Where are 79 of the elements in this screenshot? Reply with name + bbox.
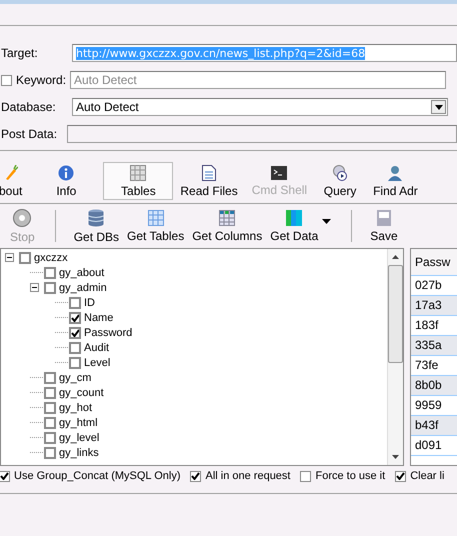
toolbar-tab[interactable]: bout	[0, 162, 30, 200]
terminal-icon	[271, 166, 288, 180]
tree-item-label[interactable]: gy_links	[59, 446, 99, 458]
table-cell: d091	[411, 436, 457, 456]
data-icon	[286, 210, 302, 226]
tree-item-label[interactable]: gy_level	[59, 432, 100, 444]
tree-item-label[interactable]: gy_count	[59, 386, 104, 398]
tree-item-label[interactable]: Audit	[84, 342, 110, 354]
tree-checkbox[interactable]	[69, 356, 81, 368]
tree-checkbox[interactable]	[44, 432, 56, 444]
table-cell: 8b0b	[411, 376, 457, 396]
option-checkbox[interactable]	[395, 470, 406, 482]
tree-item-label[interactable]: gy_admin	[59, 282, 107, 294]
option-checkbox[interactable]	[300, 470, 312, 482]
table-cell: 17a3	[411, 296, 457, 316]
carrot-icon	[4, 164, 18, 180]
tree-checkbox[interactable]	[44, 386, 56, 398]
option-label: Clear li	[410, 470, 444, 482]
table-cell: b43f	[411, 416, 457, 436]
tree-checkbox[interactable]	[69, 326, 81, 338]
grid-icon	[148, 210, 164, 226]
stop-icon	[13, 208, 32, 226]
tree-checkbox[interactable]	[69, 342, 81, 354]
tree-item-label[interactable]: gxczzx	[34, 252, 68, 264]
save-icon	[376, 210, 391, 226]
post-data-label: Post Data:	[1, 127, 58, 141]
table-icon	[130, 164, 146, 180]
columns-icon	[219, 210, 236, 226]
user-icon	[387, 164, 404, 180]
document-icon	[202, 164, 216, 180]
toolbar-button[interactable]: Get Columns	[188, 210, 266, 242]
option-checkbox[interactable]	[0, 470, 10, 482]
keyword-checkbox[interactable]	[1, 74, 12, 86]
scrollbar[interactable]	[387, 249, 403, 465]
tree-item-label[interactable]: gy_html	[59, 416, 98, 428]
tree-item-label[interactable]: Name	[84, 312, 114, 324]
keyword-label: Keyword:	[16, 73, 68, 87]
option-label: Use Group_Concat (MySQL Only)	[14, 470, 180, 482]
tree-checkbox[interactable]	[69, 296, 81, 308]
tree-item-label[interactable]: gy_about	[59, 266, 104, 278]
tree-checkbox[interactable]	[19, 252, 31, 264]
option-label: All in one request	[205, 470, 290, 482]
scroll-up-arrow-icon[interactable]	[392, 255, 399, 259]
database-dropdown[interactable]: Auto Detect	[72, 98, 448, 116]
tree-checkbox[interactable]	[44, 446, 56, 458]
tree-item-label[interactable]: ID	[84, 296, 95, 308]
tree-item-label[interactable]: gy_hot	[59, 402, 92, 414]
toolbar-button[interactable]: Save	[366, 210, 402, 242]
tree-item-label[interactable]: Password	[84, 326, 132, 338]
toolbar-tab[interactable]: Info	[29, 162, 104, 200]
toolbar-tab[interactable]: Tables	[103, 162, 174, 200]
table-cell: 335a	[411, 336, 457, 356]
tree-checkbox[interactable]	[44, 372, 56, 384]
toolbar-tab[interactable]: Read Files	[173, 162, 245, 200]
scroll-down-arrow-icon[interactable]	[392, 455, 399, 459]
query-icon	[332, 164, 348, 180]
database-icon	[88, 208, 104, 226]
toolbar-button[interactable]: Get Data	[266, 210, 322, 242]
option-label: Force to use it	[315, 470, 386, 482]
dropdown-caret-icon[interactable]	[322, 218, 332, 224]
post-data-field[interactable]	[67, 125, 457, 143]
tree-checkbox[interactable]	[44, 416, 56, 428]
toolbar-tab[interactable]: Find Adr	[366, 162, 425, 200]
tree-checkbox[interactable]	[44, 402, 56, 414]
info-icon	[58, 164, 74, 180]
toolbar-tab[interactable]: Query	[314, 162, 366, 200]
tree-item-label[interactable]: Level	[84, 356, 110, 368]
tree-checkbox[interactable]	[44, 282, 56, 294]
keyword-field[interactable]: Auto Detect	[70, 71, 446, 89]
toolbar-button[interactable]: Get DBs	[70, 208, 124, 244]
target-label: Target:	[1, 46, 39, 60]
tree-checkbox[interactable]	[44, 266, 56, 278]
column-header[interactable]: Passw	[411, 249, 457, 276]
database-label: Database:	[1, 100, 57, 114]
caret-icon	[434, 104, 442, 110]
tree-item-label[interactable]: gy_cm	[59, 372, 92, 384]
toolbar-button[interactable]: Get Tables	[123, 210, 188, 242]
option-checkbox[interactable]	[190, 470, 202, 482]
tree-checkbox[interactable]	[69, 312, 81, 324]
